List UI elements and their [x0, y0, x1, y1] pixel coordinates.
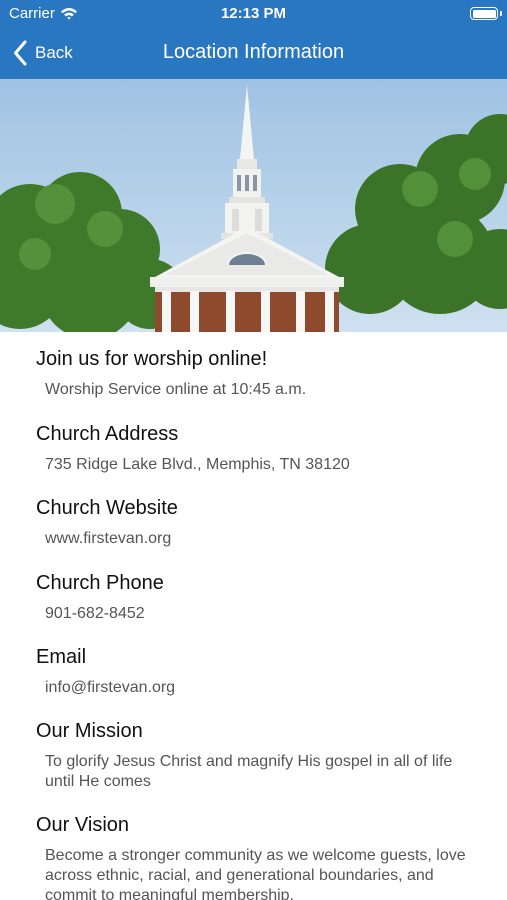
section-value[interactable]: www.firstevan.org: [36, 529, 483, 549]
church-photo: [0, 79, 507, 332]
back-label: Back: [35, 43, 73, 62]
status-time: 12:13 PM: [220, 5, 287, 22]
hero-image: [0, 79, 507, 332]
section-title: Church Phone: [36, 572, 164, 594]
chevron-left-icon: [14, 40, 27, 66]
section-value[interactable]: 901-682-8452: [36, 604, 483, 624]
section-value[interactable]: 735 Ridge Lake Blvd., Memphis, TN 38120: [36, 455, 483, 475]
section-value[interactable]: info@firstevan.org: [36, 678, 483, 698]
section-title: Join us for worship online!: [36, 348, 268, 370]
section-title: Email: [36, 646, 87, 668]
status-bar: Carrier 12:13 PM: [0, 0, 507, 28]
section-title: Our Vision: [36, 814, 130, 836]
navigation-bar: Back Location Information: [0, 28, 507, 79]
section-title: Church Address: [36, 423, 179, 445]
info-section: Our Mission To glorify Jesus Christ and m…: [36, 718, 483, 792]
info-section: Our Vision Become a stronger community as…: [36, 812, 483, 900]
info-section: Church Website www.firstevan.org: [36, 495, 483, 549]
section-value: Become a stronger community as we welcom…: [45, 847, 466, 900]
page-title: Location Information: [162, 41, 345, 63]
section-title: Church Website: [36, 497, 178, 519]
info-section: Join us for worship online! Worship Servi…: [36, 346, 483, 400]
section-value: To glorify Jesus Christ and magnify His …: [45, 753, 453, 790]
section-title: Our Mission: [36, 720, 143, 742]
info-section: Email info@firstevan.org: [36, 644, 483, 698]
battery-fill: [472, 9, 496, 18]
section-value: Worship Service online at 10:45 a.m.: [45, 381, 307, 398]
battery-icon: [470, 7, 502, 20]
info-section: Church Phone 901-682-8452: [36, 570, 483, 624]
back-button[interactable]: Back: [13, 39, 73, 67]
info-section: Church Address 735 Ridge Lake Blvd., Memp…: [36, 421, 483, 475]
header-bar: Carrier 12:13 PM Back Location Informati…: [0, 0, 507, 79]
